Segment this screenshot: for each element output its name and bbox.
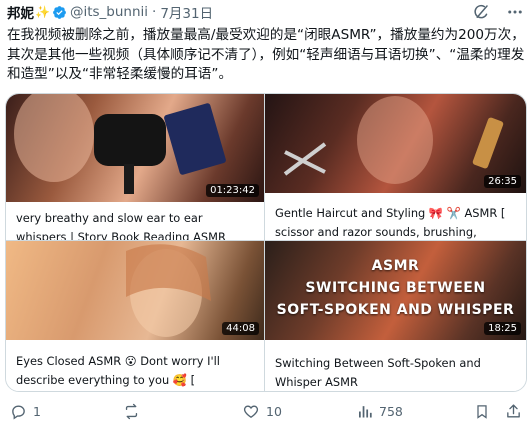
tweet-header: 邦妮 ✨ @its_bunnii · 7月31日 [7, 2, 525, 22]
bookmark-button[interactable] [474, 398, 490, 424]
tweet-text: 在我视频被删除之前，播放量最高/最受欢迎的是“闭眼ASMR”，播放量约为200万… [7, 27, 525, 82]
sparkle-emoji: ✨ [35, 5, 50, 19]
reply-icon [12, 405, 25, 419]
video-duration: 18:25 [484, 322, 521, 335]
share-button[interactable] [505, 398, 522, 424]
video-card[interactable]: 26:35 Gentle Haircut and Styling 🎀 ✂️ AS… [265, 94, 526, 241]
video-card[interactable]: 01:23:42 very breathy and slow ear to ea… [6, 94, 265, 241]
tweet-date[interactable]: 7月31日 [160, 2, 213, 22]
overlay-line: SWITCHING BETWEEN [305, 280, 486, 296]
share-icon [507, 403, 520, 417]
like-icon [243, 405, 259, 418]
repost-button[interactable] [122, 398, 147, 424]
video-title[interactable]: very breathy and slow ear to ear whisper… [6, 202, 264, 240]
overlay-line: SOFT-SPOKEN AND WHISPER [276, 302, 515, 318]
video-duration: 44:08 [222, 322, 259, 335]
verified-badge-icon [53, 5, 66, 19]
views-button[interactable]: 758 [357, 398, 403, 424]
video-card-grid: 01:23:42 very breathy and slow ear to ea… [5, 93, 527, 392]
reply-button[interactable]: 1 [10, 398, 41, 424]
view-count: 758 [379, 403, 403, 419]
thumbnail-overlay-text: ASMR SWITCHING BETWEEN SOFT-SPOKEN AND W… [265, 255, 526, 321]
views-icon [359, 405, 372, 417]
header-separator: · [152, 4, 157, 20]
author-handle[interactable]: @its_bunnii [70, 4, 148, 20]
more-icon[interactable] [505, 2, 525, 22]
video-thumbnail[interactable]: 44:08 [6, 241, 264, 340]
bookmark-icon [477, 404, 487, 419]
video-thumbnail[interactable]: 26:35 [265, 94, 526, 193]
like-button[interactable]: 10 [242, 398, 282, 424]
author-display-name[interactable]: 邦妮 [7, 2, 34, 22]
video-duration: 26:35 [484, 175, 521, 188]
grok-icon[interactable] [471, 2, 491, 22]
tweet-action-bar: 1 10 758 [0, 398, 532, 424]
like-count: 10 [266, 403, 282, 419]
reply-count: 1 [33, 403, 41, 419]
video-card[interactable]: ASMR SWITCHING BETWEEN SOFT-SPOKEN AND W… [265, 241, 526, 391]
video-title[interactable]: Switching Between Soft-Spoken and Whispe… [265, 340, 526, 391]
overlay-line: ASMR [371, 258, 420, 274]
video-thumbnail[interactable]: 01:23:42 [6, 94, 264, 202]
video-thumbnail[interactable]: ASMR SWITCHING BETWEEN SOFT-SPOKEN AND W… [265, 241, 526, 340]
video-title[interactable]: Eyes Closed ASMR 😮 Dont worry I'll descr… [6, 340, 264, 390]
video-duration: 01:23:42 [206, 184, 259, 197]
video-title[interactable]: Gentle Haircut and Styling 🎀 ✂️ ASMR [ s… [265, 193, 526, 240]
header-actions [471, 2, 525, 22]
repost-icon [125, 403, 138, 419]
video-card[interactable]: 44:08 Eyes Closed ASMR 😮 Dont worry I'll… [6, 241, 265, 391]
